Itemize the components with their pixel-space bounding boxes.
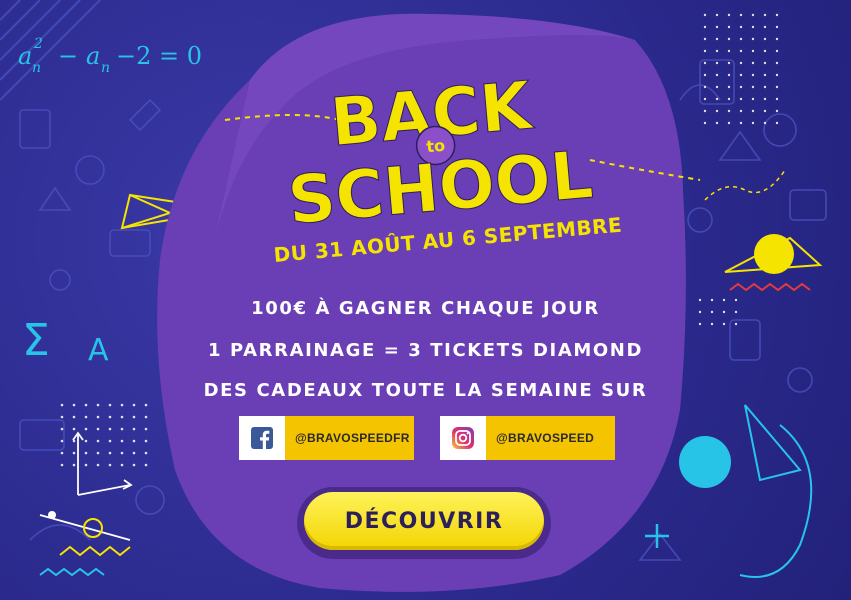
cta-outline: DÉCOUVRIR — [297, 487, 551, 559]
facebook-handle: @BRAVOSPEEDFR — [285, 416, 414, 460]
instagram-icon — [440, 416, 486, 460]
facebook-icon — [239, 416, 285, 460]
back-to-school-banner: a n 2 − a n −2 = 0 Σ A BACK to SCHOOL DU… — [0, 0, 851, 600]
instagram-button[interactable]: @BRAVOSPEED — [440, 416, 615, 460]
line-referral: 1 PARRAINAGE = 3 TICKETS DIAMOND — [207, 340, 643, 361]
line-prize: 100€ À GAGNER CHAQUE JOUR — [251, 298, 600, 319]
line-gifts: DES CADEAUX TOUTE LA SEMAINE SUR — [203, 380, 648, 401]
facebook-button[interactable]: @BRAVOSPEEDFR — [239, 416, 414, 460]
discover-button[interactable]: DÉCOUVRIR — [304, 492, 544, 550]
instagram-handle: @BRAVOSPEED — [486, 416, 615, 460]
